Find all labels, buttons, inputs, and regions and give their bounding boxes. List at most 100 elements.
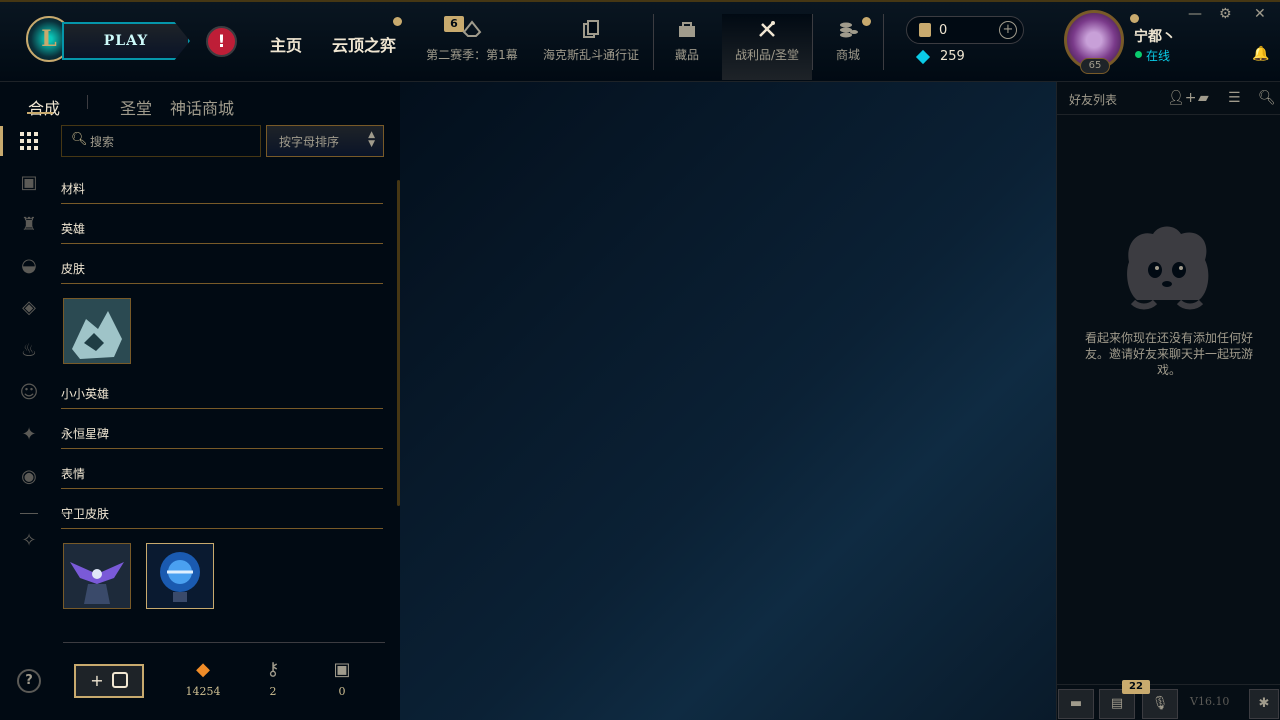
add-folder-icon[interactable]: ▰ (1198, 90, 1209, 106)
client-version: V16.10 (1190, 695, 1230, 708)
category-little-legends[interactable]: 小小英雄 (61, 385, 383, 409)
category-skins[interactable]: 皮肤 (61, 260, 383, 284)
nav-arena-pass[interactable]: 海克斯乱斗通行证 (538, 14, 644, 80)
category-materials[interactable]: 材料 (61, 180, 383, 204)
champion-helmet-icon[interactable]: ♜ (16, 212, 42, 238)
nav-divider (812, 14, 813, 70)
friends-list-title: 好友列表 (1069, 93, 1118, 107)
empty-friends-message: 看起来你现在还没有添加任何好友。邀请好友来聊天并一起玩游戏。 (1084, 331, 1253, 377)
store-icon (837, 18, 859, 40)
notifications-bell-icon[interactable]: 🔔 (1252, 46, 1269, 62)
tab-mythic-shop[interactable]: 神话商城 (170, 95, 234, 119)
add-chest-button[interactable]: + (74, 664, 144, 698)
chat-icon[interactable]: ▬ (1058, 689, 1094, 719)
summoner-level: 65 (1080, 58, 1110, 74)
materials-icon[interactable]: ▣ (16, 170, 42, 196)
eternals-icon[interactable]: ✦ (16, 422, 42, 448)
loot-item-ward-1[interactable] (63, 543, 131, 609)
tab-crafting[interactable]: 合成 (28, 95, 60, 119)
orange-essence-amount: 14254 (185, 685, 221, 698)
chests-stat: ▣ 0 (322, 659, 362, 698)
category-label: 材料 (61, 182, 86, 196)
category-ward-skins[interactable]: 守卫皮肤 (61, 505, 383, 529)
help-icon[interactable]: ? (17, 669, 41, 693)
nav-divider (653, 14, 654, 70)
keys-amount: 2 (269, 685, 277, 698)
friends-header-divider (1057, 114, 1280, 115)
search-icon: 🔍︎ (71, 132, 88, 147)
nav-loot-label: 战利品/圣堂 (734, 48, 800, 62)
category-eternals[interactable]: 永恒星碑 (61, 425, 383, 449)
friends-search-icon[interactable]: 🔍︎ (1258, 90, 1276, 106)
rail-divider (20, 513, 38, 514)
nav-season-pass-label: 第二赛季：第1幕 (426, 48, 518, 62)
top-navigation-bar: L PLAY ! 主页 云顶之弈 6 第二赛季：第1幕 海克斯乱斗通行证 藏品 … (0, 0, 1280, 82)
chest-icon (111, 672, 128, 688)
grid-all-icon[interactable] (16, 128, 42, 154)
category-label: 英雄 (61, 222, 86, 236)
nav-home[interactable]: 主页 (270, 32, 302, 56)
currency-box: 0 + (906, 16, 1024, 44)
category-label: 表情 (61, 467, 86, 481)
category-champions[interactable]: 英雄 (61, 220, 383, 244)
settings-gear-icon[interactable]: ⚙ (1219, 6, 1232, 22)
pass-icon (461, 18, 483, 40)
riot-points-amount: 259 (940, 49, 965, 64)
add-friend-icon[interactable]: 👤︎+ (1167, 90, 1197, 106)
nav-collection-label: 藏品 (674, 48, 699, 62)
add-currency-icon[interactable]: + (999, 21, 1017, 39)
skin-mask-icon[interactable]: ◒ (16, 253, 42, 279)
blue-essence-amount: 0 (939, 23, 948, 38)
rail-active-indicator (0, 126, 3, 156)
sort-dropdown[interactable]: 按字母排序 ▲ ▼ (266, 125, 384, 157)
friends-panel: 好友列表 👤︎+ ▰ ☰ 🔍︎ 看起来你现在还没有添加任何好友。邀请好友来聊天并… (1056, 82, 1280, 720)
online-status-dot (1135, 51, 1142, 58)
nav-season-pass[interactable]: 第二赛季：第1幕 (420, 14, 524, 80)
nav-divider (883, 14, 884, 70)
username[interactable]: 宁都丶 (1134, 26, 1176, 46)
category-label: 小小英雄 (61, 387, 110, 401)
nav-loot[interactable]: 战利品/圣堂 (722, 14, 812, 80)
loot-item-ward-2[interactable] (146, 543, 214, 609)
search-input[interactable]: 🔍︎ 搜索 (61, 125, 261, 157)
nav-collection[interactable]: 藏品 (662, 14, 712, 80)
alert-icon[interactable]: ! (206, 26, 237, 57)
loot-icon (756, 18, 778, 40)
ward-icon[interactable]: ◈ (16, 295, 42, 321)
loot-item-skin[interactable] (63, 298, 131, 364)
orange-essence-stat: ◆ 14254 (183, 659, 223, 698)
add-label: + (90, 671, 104, 690)
tab-divider (87, 95, 88, 109)
category-label: 守卫皮肤 (61, 507, 110, 521)
minimize-icon[interactable]: — (1188, 6, 1202, 22)
friends-footer: ▬ ▤ 🎙︎ ✱ (1057, 684, 1280, 720)
bug-report-icon[interactable]: ✱ (1249, 689, 1279, 719)
nav-store-label: 商城 (835, 48, 860, 62)
play-button[interactable]: PLAY (62, 22, 190, 60)
poro-icon (1119, 222, 1215, 310)
tab-sanctum[interactable]: 圣堂 (120, 95, 152, 119)
keys-stat: ⚷ 2 (253, 659, 293, 698)
sort-label: 按字母排序 (279, 135, 340, 149)
list-view-icon[interactable]: ☰ (1228, 90, 1241, 106)
scrollbar[interactable] (397, 180, 400, 506)
chest-icon: ▣ (333, 659, 351, 680)
profile-notification-dot (1130, 14, 1139, 23)
category-emotes[interactable]: 表情 (61, 465, 383, 489)
store-notification-dot (862, 17, 871, 26)
close-icon[interactable]: ✕ (1254, 6, 1266, 22)
category-label: 永恒星碑 (61, 427, 110, 441)
category-label: 皮肤 (61, 262, 86, 276)
blue-essence-icon (919, 23, 931, 37)
tactician-icon[interactable]: ♨ (16, 338, 42, 364)
online-status[interactable]: 在线 (1146, 47, 1170, 64)
other-loot-icon[interactable]: ✧ (16, 528, 42, 554)
chevron-updown-icon: ▲ ▼ (368, 130, 375, 149)
nav-tft[interactable]: 云顶之弈 (332, 32, 396, 56)
summoner-icon[interactable]: ◉ (16, 464, 42, 490)
search-placeholder: 搜索 (90, 135, 115, 149)
emote-icon[interactable]: ☺ (16, 380, 42, 406)
bottom-divider (63, 642, 385, 643)
notification-dot (393, 17, 402, 26)
chests-amount: 0 (338, 685, 346, 698)
